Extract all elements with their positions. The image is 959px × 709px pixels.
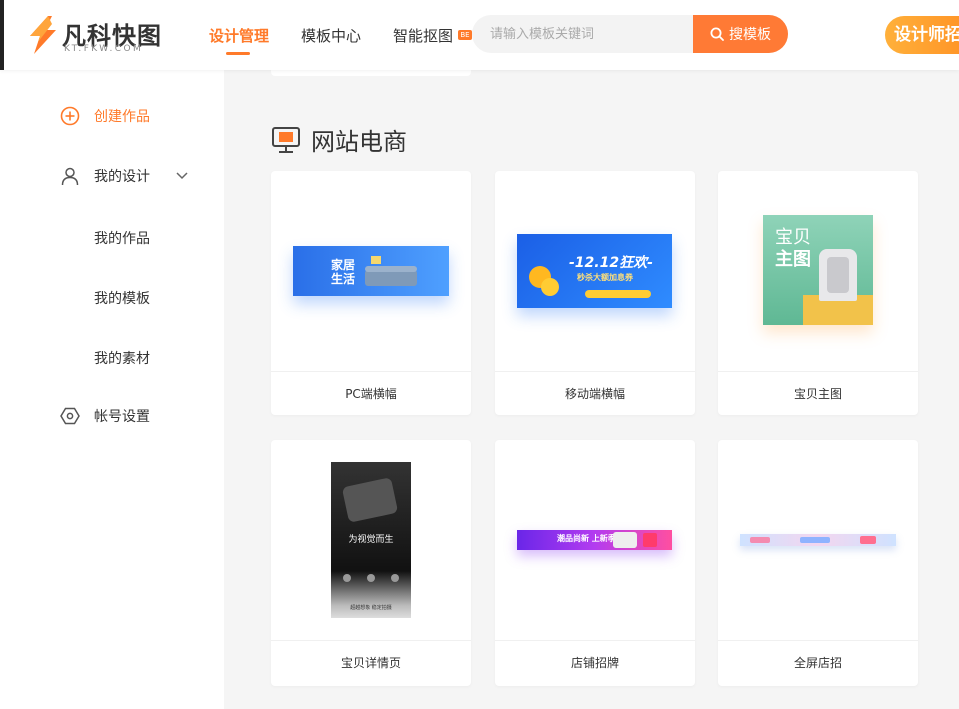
sidebar-sub-my-works[interactable]: 我的作品 bbox=[94, 228, 150, 248]
top-header: 凡科快图 KT.FKW.COM 设计管理 模板中心 智能抠图 BE 搜模板 设计… bbox=[0, 0, 959, 70]
section-title: 网站电商 bbox=[311, 128, 407, 156]
nav-smart-cutout[interactable]: 智能抠图 bbox=[393, 25, 453, 46]
card-thumbnail: -12.12狂欢- 秒杀大额加息券 bbox=[495, 171, 695, 371]
nav-beta-badge: BE bbox=[458, 30, 472, 40]
template-card-pc-banner[interactable]: 家居 生活 PC端横幅 bbox=[271, 171, 471, 415]
brand-domain: KT.FKW.COM bbox=[64, 44, 144, 54]
search-bar: 搜模板 bbox=[472, 15, 788, 53]
thumb-text: -12.12狂欢- bbox=[569, 255, 653, 271]
template-card-shop-sign[interactable]: 潮品尚新 上新季 店铺招牌 bbox=[495, 440, 695, 686]
template-card-detail-page[interactable]: 为视觉而生 超越想象 稳定拍摄 宝贝详情页 bbox=[271, 440, 471, 686]
thumb-text: 主图 bbox=[775, 249, 811, 270]
user-icon bbox=[60, 166, 80, 186]
window-edge bbox=[0, 0, 4, 70]
card-thumbnail bbox=[718, 440, 918, 640]
sidebar-item-account-label: 帐号设置 bbox=[94, 409, 150, 425]
sofa-graphic bbox=[365, 270, 417, 286]
card-label: PC端横幅 bbox=[271, 371, 471, 415]
sidebar-item-account-settings[interactable]: 帐号设置 bbox=[60, 406, 150, 426]
card-label: 宝贝主图 bbox=[718, 371, 918, 415]
sidebar-item-create-label: 创建作品 bbox=[94, 109, 150, 125]
card-thumbnail: 为视觉而生 超越想象 稳定拍摄 bbox=[271, 440, 471, 640]
section-header: 网站电商 bbox=[271, 122, 407, 157]
sidebar: 创建作品 我的设计 我的作品 我的模板 我的素材 帐号设置 bbox=[0, 70, 224, 709]
plus-circle-icon bbox=[60, 106, 80, 126]
monitor-icon bbox=[272, 126, 300, 153]
thumb-text: 潮品尚新 上新季 bbox=[557, 534, 616, 543]
sidebar-item-create[interactable]: 创建作品 bbox=[60, 106, 150, 126]
fullscreen-sign-image bbox=[740, 534, 896, 546]
detail-page-image: 为视觉而生 超越想象 稳定拍摄 bbox=[331, 462, 411, 618]
thumb-text: 生活 bbox=[331, 272, 356, 286]
pc-banner-image: 家居 生活 bbox=[293, 246, 449, 296]
search-button[interactable]: 搜模板 bbox=[693, 15, 788, 53]
search-button-label: 搜模板 bbox=[729, 27, 771, 43]
thumb-text: 为视觉而生 bbox=[348, 535, 394, 545]
hexagon-settings-icon bbox=[60, 406, 80, 426]
card-label: 全屏店招 bbox=[718, 640, 918, 684]
card-label: 宝贝详情页 bbox=[271, 640, 471, 684]
nav-design-management[interactable]: 设计管理 bbox=[209, 25, 269, 46]
previous-card-edge bbox=[271, 70, 471, 76]
card-label: 店铺招牌 bbox=[495, 640, 695, 684]
sidebar-sub-my-templates[interactable]: 我的模板 bbox=[94, 288, 150, 308]
search-icon bbox=[710, 27, 724, 41]
card-label: 移动端横幅 bbox=[495, 371, 695, 415]
lightning-logo-icon bbox=[30, 16, 56, 54]
chevron-down-icon bbox=[176, 172, 188, 180]
gimbal-graphic bbox=[341, 477, 399, 523]
card-thumbnail: 潮品尚新 上新季 bbox=[495, 440, 695, 640]
designer-recruit-button[interactable]: 设计师招募 bbox=[885, 16, 959, 54]
thumb-text: 超越想象 稳定拍摄 bbox=[350, 605, 392, 611]
sidebar-item-my-design-label: 我的设计 bbox=[94, 169, 150, 185]
shop-sign-image: 潮品尚新 上新季 bbox=[517, 530, 672, 550]
nav-template-center[interactable]: 模板中心 bbox=[301, 25, 361, 46]
nav-active-indicator bbox=[226, 52, 250, 55]
template-card-fullscreen-sign[interactable]: 全屏店招 bbox=[718, 440, 918, 686]
main-image-graphic: 宝贝 主图 bbox=[763, 215, 873, 325]
card-thumbnail: 宝贝 主图 bbox=[718, 171, 918, 371]
brand-logo[interactable]: 凡科快图 KT.FKW.COM bbox=[26, 14, 166, 56]
search-input[interactable] bbox=[472, 15, 693, 53]
thumb-text: 秒杀大额加息券 bbox=[577, 273, 633, 282]
template-card-mobile-banner[interactable]: -12.12狂欢- 秒杀大额加息券 移动端横幅 bbox=[495, 171, 695, 415]
mobile-banner-image: -12.12狂欢- 秒杀大额加息券 bbox=[517, 234, 672, 308]
template-card-main-image[interactable]: 宝贝 主图 宝贝主图 bbox=[718, 171, 918, 415]
card-thumbnail: 家居 生活 bbox=[271, 171, 471, 371]
sidebar-item-my-design[interactable]: 我的设计 bbox=[60, 166, 188, 186]
sidebar-sub-my-materials[interactable]: 我的素材 bbox=[94, 348, 150, 368]
